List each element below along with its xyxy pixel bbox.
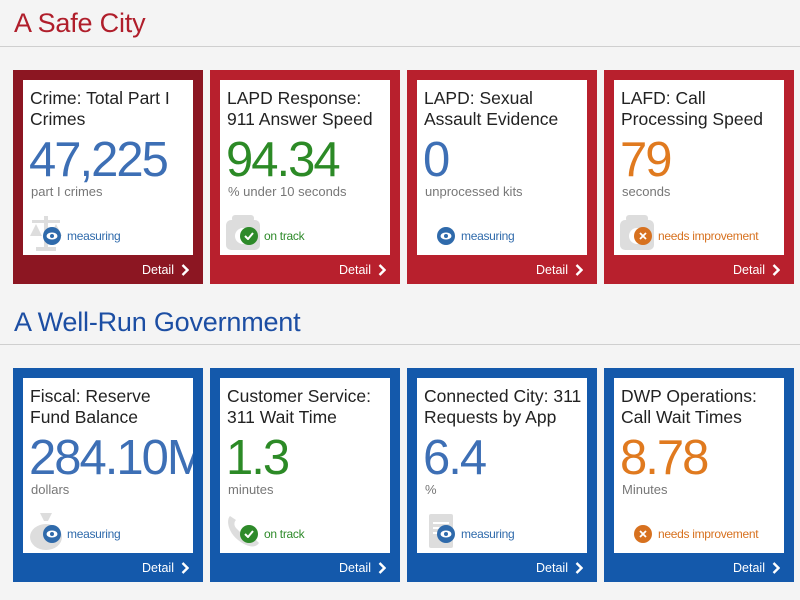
card-value: 8.78 [620,431,709,485]
detail-label: Detail [339,263,371,277]
section-title: A Safe City [14,8,146,38]
status-label: measuring [67,229,121,243]
eye-icon [437,525,455,543]
status-label: measuring [461,229,515,243]
chevron-right-icon [772,562,780,574]
section-divider [0,46,800,47]
x-icon [634,525,652,543]
card-title: DWP Operations: Call Wait Times [621,386,757,427]
card-value: 1.3 [226,431,290,485]
card-value: 6.4 [423,431,487,485]
card-unit: part I crimes [31,184,103,199]
chevron-right-icon [181,264,189,276]
card-unit: minutes [228,482,274,497]
card-title: Crime: Total Part I Crimes [30,88,170,129]
status-indicator: measuring [43,227,121,245]
detail-label: Detail [536,263,568,277]
detail-label: Detail [142,263,174,277]
section-title: A Well-Run Government [14,307,301,337]
card-title: Fiscal: Reserve Fund Balance [30,386,151,427]
chevron-right-icon [575,562,583,574]
detail-link[interactable]: Detail [536,561,583,575]
detail-link[interactable]: Detail [142,561,189,575]
card-total-part-i-crimes[interactable]: Crime: Total Part I Crimes 47,225 part I… [13,70,203,284]
detail-link[interactable]: Detail [339,561,386,575]
status-label: needs improvement [658,527,759,541]
card-call-wait-times[interactable]: DWP Operations: Call Wait Times 8.78 Min… [604,368,794,582]
status-label: measuring [67,527,121,541]
status-indicator: needs improvement [634,227,759,245]
card-value: 0 [423,133,450,187]
card-value: 79 [620,133,672,187]
card-value: 47,225 [29,133,169,187]
card-unit: % [425,482,437,497]
chevron-right-icon [378,264,386,276]
eye-icon [43,525,61,543]
detail-label: Detail [536,561,568,575]
chevron-right-icon [772,264,780,276]
detail-link[interactable]: Detail [536,263,583,277]
eye-icon [437,227,455,245]
section-divider [0,344,800,345]
detail-label: Detail [339,561,371,575]
card-unit: Minutes [622,482,668,497]
card-title: LAPD Response: 911 Answer Speed [227,88,373,129]
status-indicator: measuring [437,525,515,543]
x-icon [634,227,652,245]
card-value: 94.34 [226,133,341,187]
detail-link[interactable]: Detail [733,561,780,575]
eye-icon [43,227,61,245]
card-unit: dollars [31,482,70,497]
card-call-processing-speed[interactable]: LAFD: Call Processing Speed 79 seconds n… [604,70,794,284]
status-indicator: needs improvement [634,525,759,543]
detail-label: Detail [733,561,765,575]
card-unit: unprocessed kits [425,184,523,199]
card-unit: seconds [622,184,671,199]
chevron-right-icon [378,562,386,574]
card-title: Customer Service: 311 Wait Time [227,386,371,427]
detail-label: Detail [733,263,765,277]
card-311-requests-by-app[interactable]: Connected City: 311 Requests by App 6.4 … [407,368,597,582]
status-label: on track [264,229,305,243]
detail-link[interactable]: Detail [733,263,780,277]
card-title: LAFD: Call Processing Speed [621,88,764,129]
detail-link[interactable]: Detail [142,263,189,277]
status-label: needs improvement [658,229,759,243]
card-sexual-assault-evidence[interactable]: LAPD: Sexual Assault Evidence 0 unproces… [407,70,597,284]
card-911-answer-speed[interactable]: LAPD Response: 911 Answer Speed 94.34 % … [210,70,400,284]
card-311-wait-time[interactable]: Customer Service: 311 Wait Time 1.3 minu… [210,368,400,582]
card-value: 284.10M [29,431,193,485]
detail-link[interactable]: Detail [339,263,386,277]
chevron-right-icon [181,562,189,574]
chevron-right-icon [575,264,583,276]
detail-label: Detail [142,561,174,575]
card-unit: % under 10 seconds [228,184,347,199]
card-title: Connected City: 311 Requests by App [424,386,582,427]
card-reserve-fund-balance[interactable]: Fiscal: Reserve Fund Balance 284.10M dol… [13,368,203,582]
status-label: on track [264,527,305,541]
status-indicator: measuring [43,525,121,543]
checkmark-icon [240,227,258,245]
checkmark-icon [240,525,258,543]
card-title: LAPD: Sexual Assault Evidence [424,88,559,129]
status-indicator: measuring [437,227,515,245]
status-indicator: on track [240,227,305,245]
status-label: measuring [461,527,515,541]
status-indicator: on track [240,525,305,543]
